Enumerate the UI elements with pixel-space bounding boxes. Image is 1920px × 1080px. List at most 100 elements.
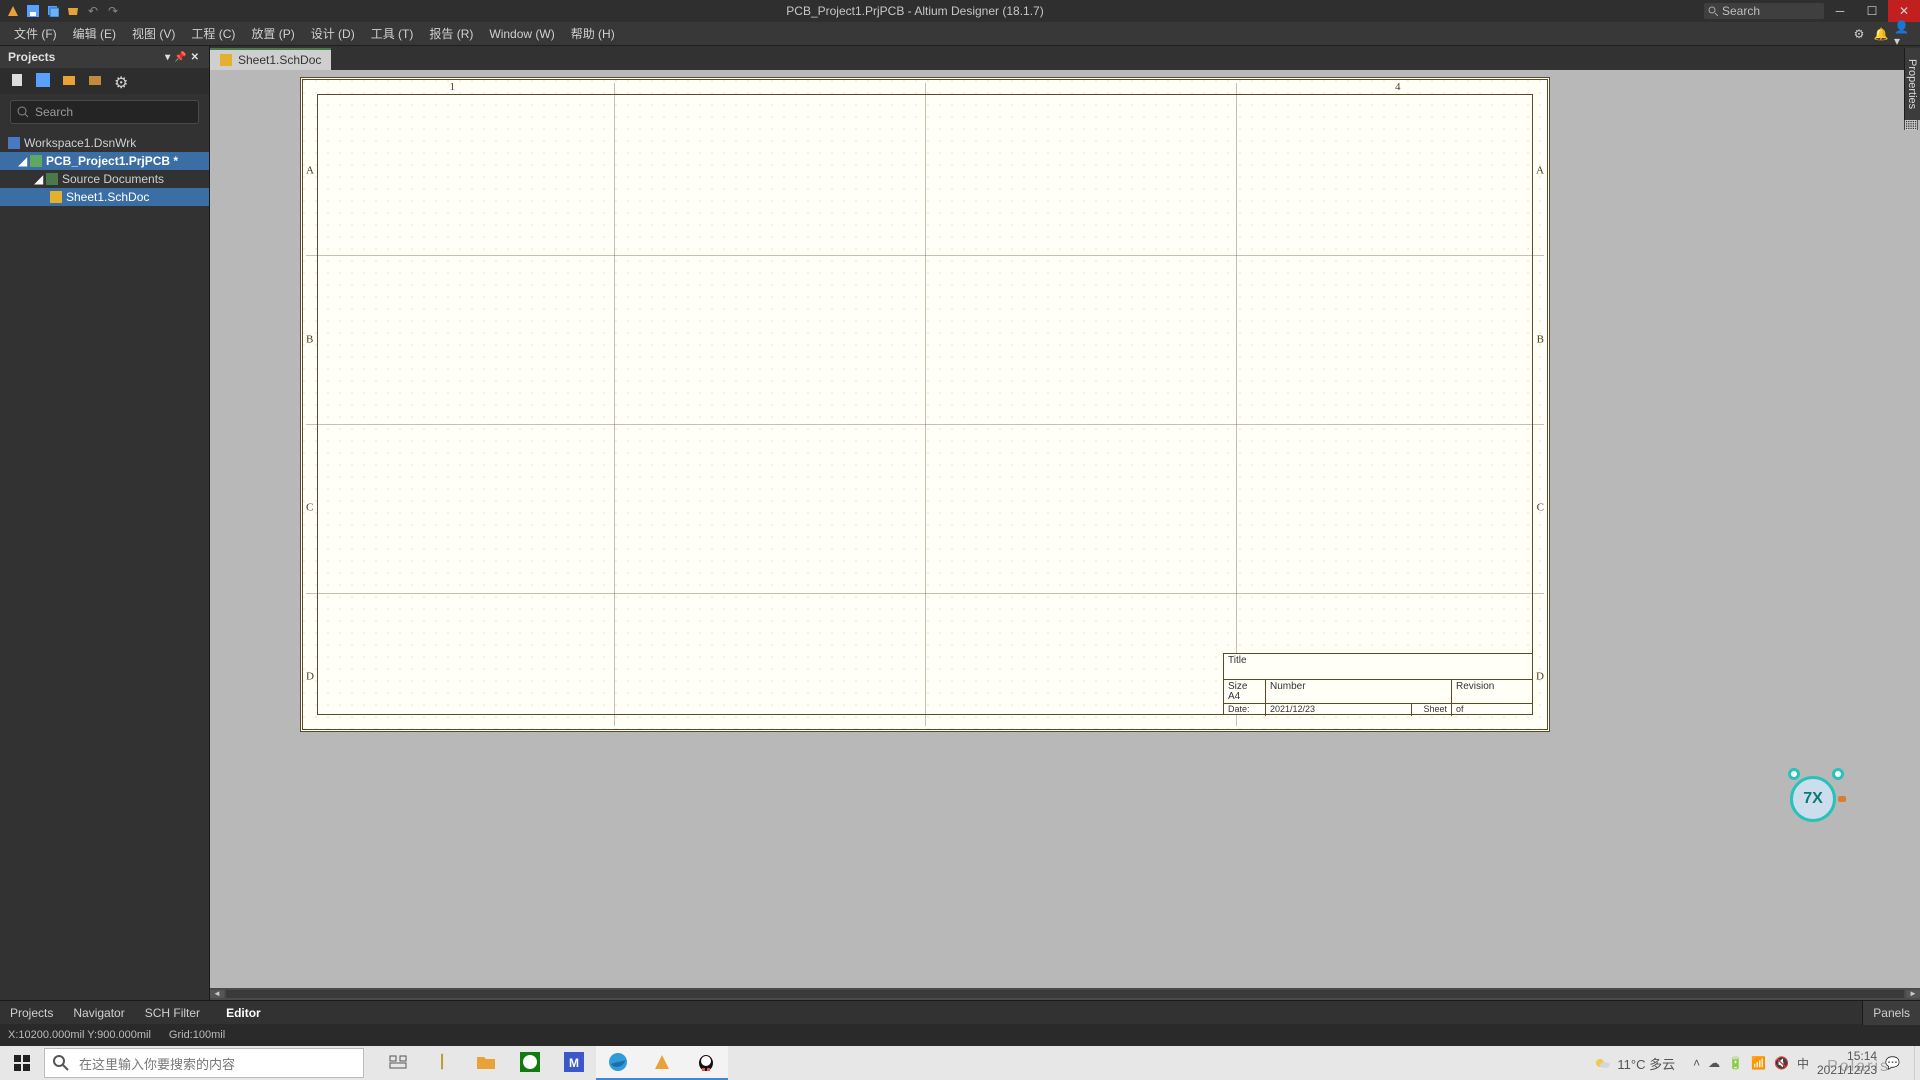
status-grid: Grid:100mil <box>169 1029 225 1041</box>
tray-ime-icon[interactable]: 中 <box>1797 1055 1809 1072</box>
save-icon[interactable] <box>26 4 40 18</box>
menu-view[interactable]: 视图 (V) <box>124 22 183 46</box>
titleblock-of-label: of <box>1452 704 1532 716</box>
settings-icon[interactable]: ⚙ <box>1850 25 1868 43</box>
taskbar-weather[interactable]: 11°C 多云 <box>1583 1054 1685 1073</box>
taskbar-edge[interactable] <box>596 1046 640 1080</box>
zone-row-b-right: B <box>1537 334 1544 345</box>
menu-design[interactable]: 设计 (D) <box>303 22 363 46</box>
menu-edit[interactable]: 编辑 (E) <box>65 22 124 46</box>
projects-toolbar: ⚙ <box>0 68 209 94</box>
tree-source-folder[interactable]: ◢Source Documents <box>0 170 209 188</box>
titleblock-number-label: Number <box>1270 681 1306 692</box>
project-icon <box>30 155 42 167</box>
drawing-sheet[interactable]: 1 4 A B C D A B C D Title SizeA <box>300 77 1550 732</box>
taskbar-xbox[interactable] <box>508 1046 552 1080</box>
panel-pin-icon[interactable]: 📌 <box>174 52 186 63</box>
panel-close-icon[interactable]: ✕ <box>191 52 199 63</box>
taskbar-altium[interactable] <box>640 1046 684 1080</box>
taskbar-search-placeholder: 在这里输入你要搜索的内容 <box>79 1054 235 1073</box>
workspace-icon <box>8 137 20 149</box>
status-coordinates: X:10200.000mil Y:900.000mil <box>8 1029 151 1041</box>
tray-battery-icon[interactable]: 🔋 <box>1728 1056 1743 1070</box>
tab-projects[interactable]: Projects <box>0 1001 63 1025</box>
window-title: PCB_Project1.PrjPCB - Altium Designer (1… <box>126 4 1704 18</box>
undo-icon[interactable]: ↶ <box>86 4 100 18</box>
status-bar: X:10200.000mil Y:900.000mil Grid:100mil <box>0 1024 1920 1046</box>
tree-workspace[interactable]: Workspace1.DsnWrk <box>0 134 209 152</box>
expand-icon[interactable]: ◢ <box>18 154 26 168</box>
zone-row-c-left: C <box>306 503 313 514</box>
tab-schfilter[interactable]: SCH Filter <box>135 1001 210 1025</box>
scroll-left-icon[interactable]: ◄ <box>210 990 224 998</box>
tree-project[interactable]: ◢PCB_Project1.PrjPCB * <box>0 152 209 170</box>
tab-editor[interactable]: Editor <box>216 1001 271 1025</box>
projects-panel-header[interactable]: Projects ▾ 📌 ✕ <box>0 46 209 68</box>
user-icon[interactable]: 👤▾ <box>1894 25 1912 43</box>
menu-window[interactable]: Window (W) <box>481 22 562 46</box>
show-diff-icon[interactable] <box>88 73 104 89</box>
taskbar-clock[interactable]: 15:14 2021/12/23 <box>1817 1049 1877 1077</box>
tray-expand-icon[interactable]: ˄ <box>1693 1056 1700 1070</box>
document-tab[interactable]: Sheet1.SchDoc <box>210 48 331 70</box>
zone-row-a-left: A <box>306 165 314 176</box>
zone-row-b-left: B <box>306 334 313 345</box>
projects-search-placeholder: Search <box>35 105 73 119</box>
add-folder-icon[interactable] <box>62 73 78 89</box>
notifications-icon[interactable]: 🔔 <box>1872 25 1890 43</box>
mascot-label: 7X <box>1790 776 1836 822</box>
menu-help[interactable]: 帮助 (H) <box>563 22 623 46</box>
open-icon[interactable] <box>66 4 80 18</box>
tree-document[interactable]: Sheet1.SchDoc <box>0 188 209 206</box>
menu-project[interactable]: 工程 (C) <box>183 22 243 46</box>
tray-volume-icon[interactable]: 🔇 <box>1774 1056 1789 1070</box>
taskbar-app-m[interactable]: M <box>552 1046 596 1080</box>
zone-row-d-left: D <box>306 672 314 683</box>
tray-wifi-icon[interactable]: 📶 <box>1751 1056 1766 1070</box>
redo-icon[interactable]: ↷ <box>106 4 120 18</box>
compile-icon[interactable] <box>36 73 52 89</box>
schematic-canvas[interactable]: A ▦ 1 4 A B C D A B C D <box>210 70 1920 1000</box>
app-logo-icon <box>6 4 20 18</box>
global-search-placeholder: Search <box>1722 4 1760 18</box>
tab-navigator[interactable]: Navigator <box>63 1001 134 1025</box>
mascot-overlay[interactable]: 7X <box>1790 770 1840 820</box>
taskbar-search-input[interactable]: 在这里输入你要搜索的内容 <box>44 1048 364 1078</box>
titleblock-date-label: Date: <box>1224 704 1266 716</box>
scroll-right-icon[interactable]: ► <box>1906 990 1920 998</box>
menu-reports[interactable]: 报告 (R) <box>421 22 481 46</box>
titleblock-size-value: A4 <box>1228 692 1261 702</box>
document-tabs: Sheet1.SchDoc <box>210 46 1920 70</box>
projects-search-input[interactable]: Search <box>10 100 199 124</box>
menu-place[interactable]: 放置 (P) <box>243 22 302 46</box>
properties-panel-tab[interactable]: Properties <box>1904 48 1920 120</box>
schematic-doc-icon <box>220 54 232 66</box>
menu-tools[interactable]: 工具 (T) <box>363 22 422 46</box>
tray-notifications-icon[interactable]: 💬 <box>1885 1056 1900 1070</box>
titleblock-date-value: 2021/12/23 <box>1266 704 1412 716</box>
show-desktop-button[interactable] <box>1914 1046 1920 1080</box>
panels-button[interactable]: Panels <box>1862 1001 1920 1025</box>
minimize-button[interactable]: ─ <box>1824 0 1856 22</box>
save-all-icon[interactable] <box>46 4 60 18</box>
taskbar-qq[interactable] <box>684 1046 728 1080</box>
panel-options-icon[interactable]: ▾ <box>165 52 170 63</box>
system-tray[interactable]: ˄ ☁ 🔋 📶 🔇 中 15:14 2021/12/23 💬 <box>1685 1049 1908 1077</box>
global-search-input[interactable]: Search <box>1704 3 1824 19</box>
horizontal-scrollbar[interactable]: ◄ ► <box>210 988 1920 1000</box>
expand-icon[interactable]: ◢ <box>34 172 42 186</box>
menu-file[interactable]: 文件 (F) <box>6 22 65 46</box>
document-area: Sheet1.SchDoc A ▦ <box>210 46 1920 1000</box>
taskbar-sep-icon[interactable]: ┃ <box>420 1046 464 1080</box>
title-block: Title SizeA4 Number Revision Date: 2021/… <box>1223 653 1533 715</box>
zone-col-4: 4 <box>1395 82 1401 93</box>
maximize-button[interactable]: ☐ <box>1856 0 1888 22</box>
new-doc-icon[interactable] <box>10 73 26 89</box>
tray-onedrive-icon[interactable]: ☁ <box>1708 1056 1720 1070</box>
document-tab-label: Sheet1.SchDoc <box>238 53 321 67</box>
task-view-icon[interactable] <box>376 1046 420 1080</box>
project-options-icon[interactable]: ⚙ <box>114 73 130 89</box>
taskbar-explorer[interactable] <box>464 1046 508 1080</box>
folder-icon <box>46 173 58 185</box>
start-button[interactable] <box>0 1046 44 1080</box>
